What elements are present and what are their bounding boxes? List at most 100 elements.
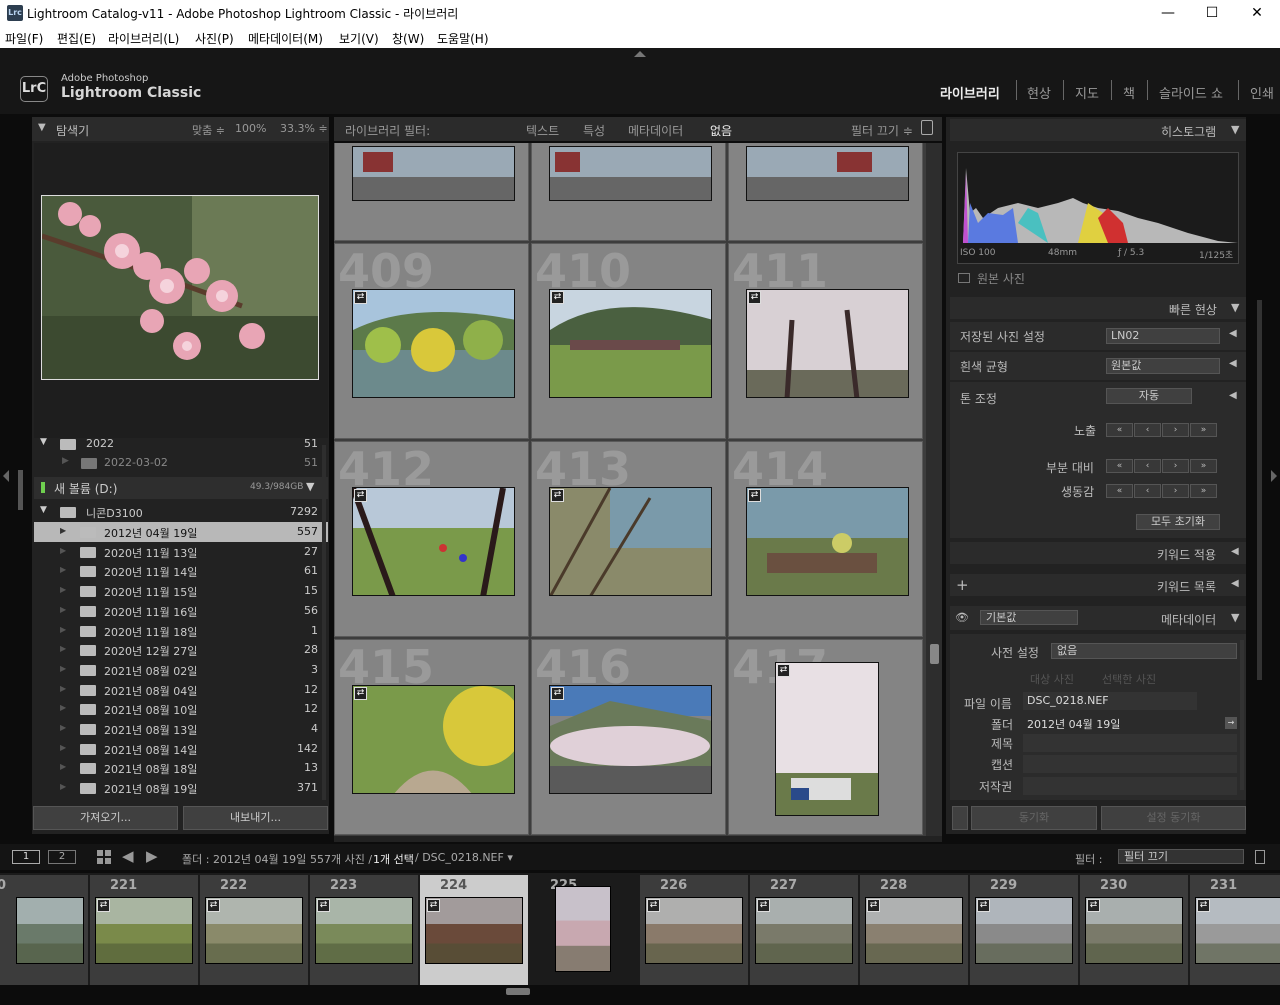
folder-item[interactable]: ▶ 2020년 11월 13일 27 [34, 542, 328, 562]
expand-triangle-icon[interactable]: ▶ [60, 585, 66, 594]
folder-camera[interactable]: ▼ 니콘D3100 7292 [34, 502, 328, 522]
folder-item[interactable]: ▶ 2020년 11월 14일 61 [34, 561, 328, 581]
selected-filename[interactable]: / DSC_0218.NEF ▾ [415, 851, 513, 864]
collapse-right-icon[interactable] [1271, 470, 1277, 482]
folder-item[interactable]: ▶ 2021년 08월 19일 371 [34, 778, 328, 798]
grid-cell-413[interactable]: 413 ⇄ [531, 441, 726, 637]
clarity-inc[interactable]: › [1162, 459, 1189, 473]
keyword-list-header[interactable]: + 키워드 목록 ◀ [950, 574, 1246, 596]
second-screen-button[interactable]: 2 [48, 850, 76, 864]
grid-cell-409[interactable]: 409 ⇄ [334, 243, 529, 439]
selected-photos-tab[interactable]: 선택한 사진 [1102, 671, 1156, 687]
filmstrip-thumbnail[interactable] [16, 897, 84, 964]
expand-triangle-icon[interactable]: ▶ [60, 782, 66, 791]
grid-cell-417[interactable]: 417 ⇄ [728, 639, 923, 835]
menu-file[interactable]: 파일(F) [5, 30, 43, 47]
menu-photo[interactable]: 사진(P) [195, 30, 234, 47]
expand-triangle-icon[interactable]: ▶ [60, 605, 66, 614]
expand-left-icon[interactable]: ◀ [1229, 358, 1237, 369]
metadata-header[interactable]: 👁 기본값 메타데이터 ▼ [950, 606, 1246, 630]
expand-left-icon[interactable]: ◀ [1231, 546, 1239, 557]
grid-cell-411[interactable]: 411 ⇄ [728, 243, 923, 439]
collapse-triangle-icon[interactable]: ▼ [38, 122, 46, 133]
folder-item[interactable]: ▶ 2021년 08월 10일 12 [34, 699, 328, 719]
expand-triangle-icon[interactable]: ▶ [60, 743, 66, 752]
filter-lock-icon[interactable] [1255, 850, 1265, 864]
import-button[interactable]: 가져오기... [33, 806, 178, 830]
grid-scrollbar-thumb[interactable] [930, 644, 939, 664]
vibrance-inc[interactable]: › [1162, 484, 1189, 498]
module-library[interactable]: 라이브러리 [940, 83, 1000, 102]
folder-item[interactable]: ▶ 2020년 11월 16일 56 [34, 601, 328, 621]
folder-item[interactable]: ▶ 2021년 08월 04일 12 [34, 680, 328, 700]
left-scrollbar[interactable] [18, 470, 23, 510]
expand-triangle-icon[interactable]: ▼ [40, 505, 47, 515]
forward-arrow-icon[interactable]: ▶ [146, 847, 158, 865]
sync-settings-button[interactable]: 설정 동기화 [1101, 806, 1246, 830]
folder-item[interactable]: ▶ 2020년 11월 15일 15 [34, 581, 328, 601]
grid-cell-416[interactable]: 416 ⇄ [531, 639, 726, 835]
exposure-dec[interactable]: ‹ [1134, 423, 1161, 437]
folder-item[interactable]: ▶ 2021년 08월 02일 3 [34, 660, 328, 680]
collapse-triangle-icon[interactable]: ▼ [1231, 301, 1239, 314]
menu-view[interactable]: 보기(V) [339, 30, 379, 47]
close-button[interactable]: ✕ [1242, 3, 1272, 23]
add-keyword-icon[interactable]: + [956, 576, 969, 594]
histogram-header[interactable]: 히스토그램 ▼ [950, 119, 1246, 141]
lock-icon[interactable] [921, 120, 933, 135]
caption-field[interactable] [1023, 755, 1237, 773]
grid-cell-410[interactable]: 410 ⇄ [531, 243, 726, 439]
volume-menu-icon[interactable]: ▼ [306, 480, 314, 493]
vibrance-dec[interactable]: ‹ [1134, 484, 1161, 498]
folder-item[interactable]: ▶ 2021년 08월 18일 13 [34, 758, 328, 778]
clarity-dec[interactable]: ‹ [1134, 459, 1161, 473]
folder-year[interactable]: ▼ 2022 51 [34, 434, 328, 454]
menu-library[interactable]: 라이브러리(L) [108, 30, 179, 47]
zoom-custom[interactable]: 33.3% ≑ [280, 122, 328, 135]
right-edge-scrollbar[interactable] [1257, 300, 1262, 680]
saved-preset-select[interactable]: LN02 [1106, 328, 1220, 344]
reset-all-button[interactable]: 모두 초기화 [1136, 514, 1220, 530]
module-map[interactable]: 지도 [1075, 83, 1099, 102]
module-print[interactable]: 인쇄 [1250, 83, 1274, 102]
folder-item[interactable]: ▶ 2020년 11월 18일 1 [34, 621, 328, 641]
expand-triangle-icon[interactable]: ▶ [60, 546, 66, 555]
module-develop[interactable]: 현상 [1027, 83, 1051, 102]
photo-thumbnail[interactable] [549, 685, 712, 794]
zoom-fit[interactable]: 맞춤 ≑ [192, 122, 225, 138]
auto-sync-toggle[interactable] [952, 806, 968, 830]
expand-triangle-icon[interactable]: ▶ [60, 684, 66, 693]
photo-thumbnail[interactable] [352, 685, 515, 794]
navigator-image[interactable] [41, 195, 319, 380]
folder-sub[interactable]: ▶ 2022-03-02 51 [34, 453, 328, 473]
expand-left-icon[interactable]: ◀ [1231, 578, 1239, 589]
expand-triangle-icon[interactable]: ▶ [60, 526, 66, 535]
module-slideshow[interactable]: 슬라이드 쇼 [1159, 83, 1223, 102]
back-arrow-icon[interactable]: ◀ [122, 847, 134, 865]
expand-triangle-icon[interactable]: ▶ [60, 723, 66, 732]
menu-edit[interactable]: 편집(E) [57, 30, 96, 47]
filter-text[interactable]: 텍스트 [526, 122, 559, 139]
white-balance-select[interactable]: 원본값 [1106, 358, 1220, 374]
clarity-inc-large[interactable]: » [1190, 459, 1217, 473]
menu-window[interactable]: 창(W) [392, 30, 424, 47]
expand-triangle-icon[interactable]: ▶ [62, 456, 69, 466]
folder-item[interactable]: ▶ 2020년 12월 27일 28 [34, 640, 328, 660]
folder-path[interactable]: 폴더 : 2012년 04월 19일 [182, 851, 306, 867]
filmstrip-thumbnail[interactable] [555, 886, 611, 972]
grid-cell-414[interactable]: 414 ⇄ [728, 441, 923, 637]
photo-thumbnail[interactable] [549, 487, 712, 596]
photo-thumbnail[interactable] [352, 487, 515, 596]
target-photo-tab[interactable]: 대상 사진 [1030, 671, 1074, 687]
expand-triangle-icon[interactable]: ▶ [60, 762, 66, 771]
expand-triangle-icon[interactable]: ▶ [60, 625, 66, 634]
filter-presets[interactable]: 필터 끄기 ≑ [851, 122, 913, 139]
folder-item[interactable]: ▶ 2012년 04월 19일 557 [34, 522, 328, 542]
minimize-button[interactable]: — [1153, 3, 1183, 23]
copyright-field[interactable] [1023, 777, 1237, 795]
expand-left-icon[interactable]: ◀ [1229, 390, 1237, 401]
original-photo-checkbox[interactable] [958, 273, 970, 283]
menu-help[interactable]: 도움말(H) [437, 30, 489, 47]
grid-cell[interactable] [728, 143, 923, 241]
title-field[interactable] [1023, 734, 1237, 752]
